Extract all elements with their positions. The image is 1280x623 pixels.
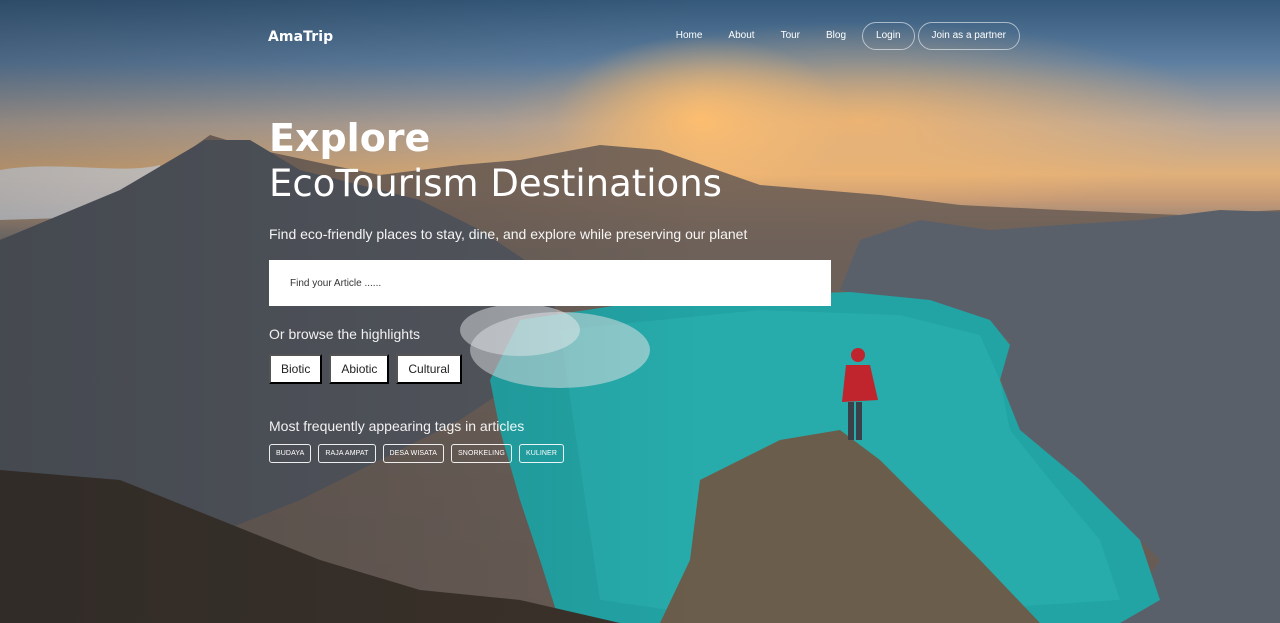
hero-subtitle: Find eco-friendly places to stay, dine, …: [269, 226, 748, 242]
highlights-list: Biotic Abiotic Cultural: [269, 354, 869, 384]
highlight-abiotic-button[interactable]: Abiotic: [329, 354, 390, 384]
tag-budaya[interactable]: BUDAYA: [269, 444, 312, 463]
brand-logo[interactable]: AmaTrip: [268, 29, 333, 45]
tags-list: BUDAYA RAJA AMPAT DESA WISATA SNORKELING…: [269, 444, 869, 463]
article-search-box: [269, 260, 831, 306]
nav-home[interactable]: Home: [663, 22, 716, 50]
join-partner-button[interactable]: Join as a partner: [917, 22, 1020, 50]
hero-title-regular: EcoTourism Destinations: [269, 162, 722, 205]
nav-tour[interactable]: Tour: [768, 22, 813, 50]
tags-label: Most frequently appearing tags in articl…: [269, 418, 525, 434]
tag-kuliner[interactable]: KULINER: [518, 444, 564, 463]
hero-title-bold: Explore: [269, 116, 431, 160]
top-navigation: AmaTrip Home About Tour Blog Login Join …: [0, 0, 1280, 76]
tag-snorkeling[interactable]: SNORKELING: [451, 444, 512, 463]
article-search-input[interactable]: [290, 260, 831, 306]
hero-content: Explore EcoTourism Destinations Find eco…: [269, 116, 869, 463]
tag-desa-wisata[interactable]: DESA WISATA: [382, 444, 445, 463]
highlight-cultural-button[interactable]: Cultural: [396, 354, 462, 384]
highlights-label: Or browse the highlights: [269, 326, 420, 342]
nav-blog[interactable]: Blog: [813, 22, 859, 50]
highlight-biotic-button[interactable]: Biotic: [269, 354, 323, 384]
main-nav: Home About Tour Blog Login Join as a par…: [663, 22, 1020, 50]
tag-raja-ampat[interactable]: RAJA AMPAT: [318, 444, 376, 463]
login-button[interactable]: Login: [862, 22, 915, 50]
nav-about[interactable]: About: [715, 22, 767, 50]
